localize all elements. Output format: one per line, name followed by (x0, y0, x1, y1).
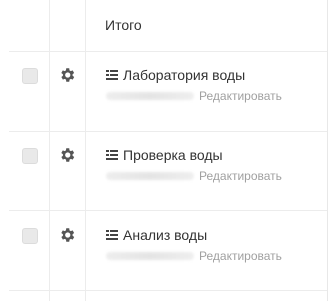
list-icon (106, 230, 118, 240)
edit-link[interactable]: Редактировать (199, 249, 282, 263)
column-divider (85, 0, 86, 301)
row-checkbox[interactable] (22, 68, 38, 84)
row-divider (9, 290, 327, 291)
row-title[interactable]: Проверка воды (123, 147, 223, 163)
gear-icon[interactable] (58, 66, 76, 84)
gear-icon[interactable] (58, 146, 76, 164)
row-divider (9, 210, 327, 211)
blurred-text (106, 92, 194, 100)
list-icon (106, 70, 118, 80)
gear-icon[interactable] (58, 226, 76, 244)
row-divider (9, 51, 327, 52)
row-title[interactable]: Лаборатория воды (123, 67, 245, 83)
row-checkbox[interactable] (22, 148, 38, 164)
row-checkbox[interactable] (22, 228, 38, 244)
row-divider (9, 131, 327, 132)
blurred-text (106, 252, 194, 260)
blurred-text (106, 172, 194, 180)
total-column-header: Итого (105, 17, 142, 33)
column-divider (49, 0, 50, 301)
list-icon (106, 150, 118, 160)
edit-link[interactable]: Редактировать (199, 169, 282, 183)
edit-link[interactable]: Редактировать (199, 89, 282, 103)
row-title[interactable]: Анализ воды (123, 227, 207, 243)
